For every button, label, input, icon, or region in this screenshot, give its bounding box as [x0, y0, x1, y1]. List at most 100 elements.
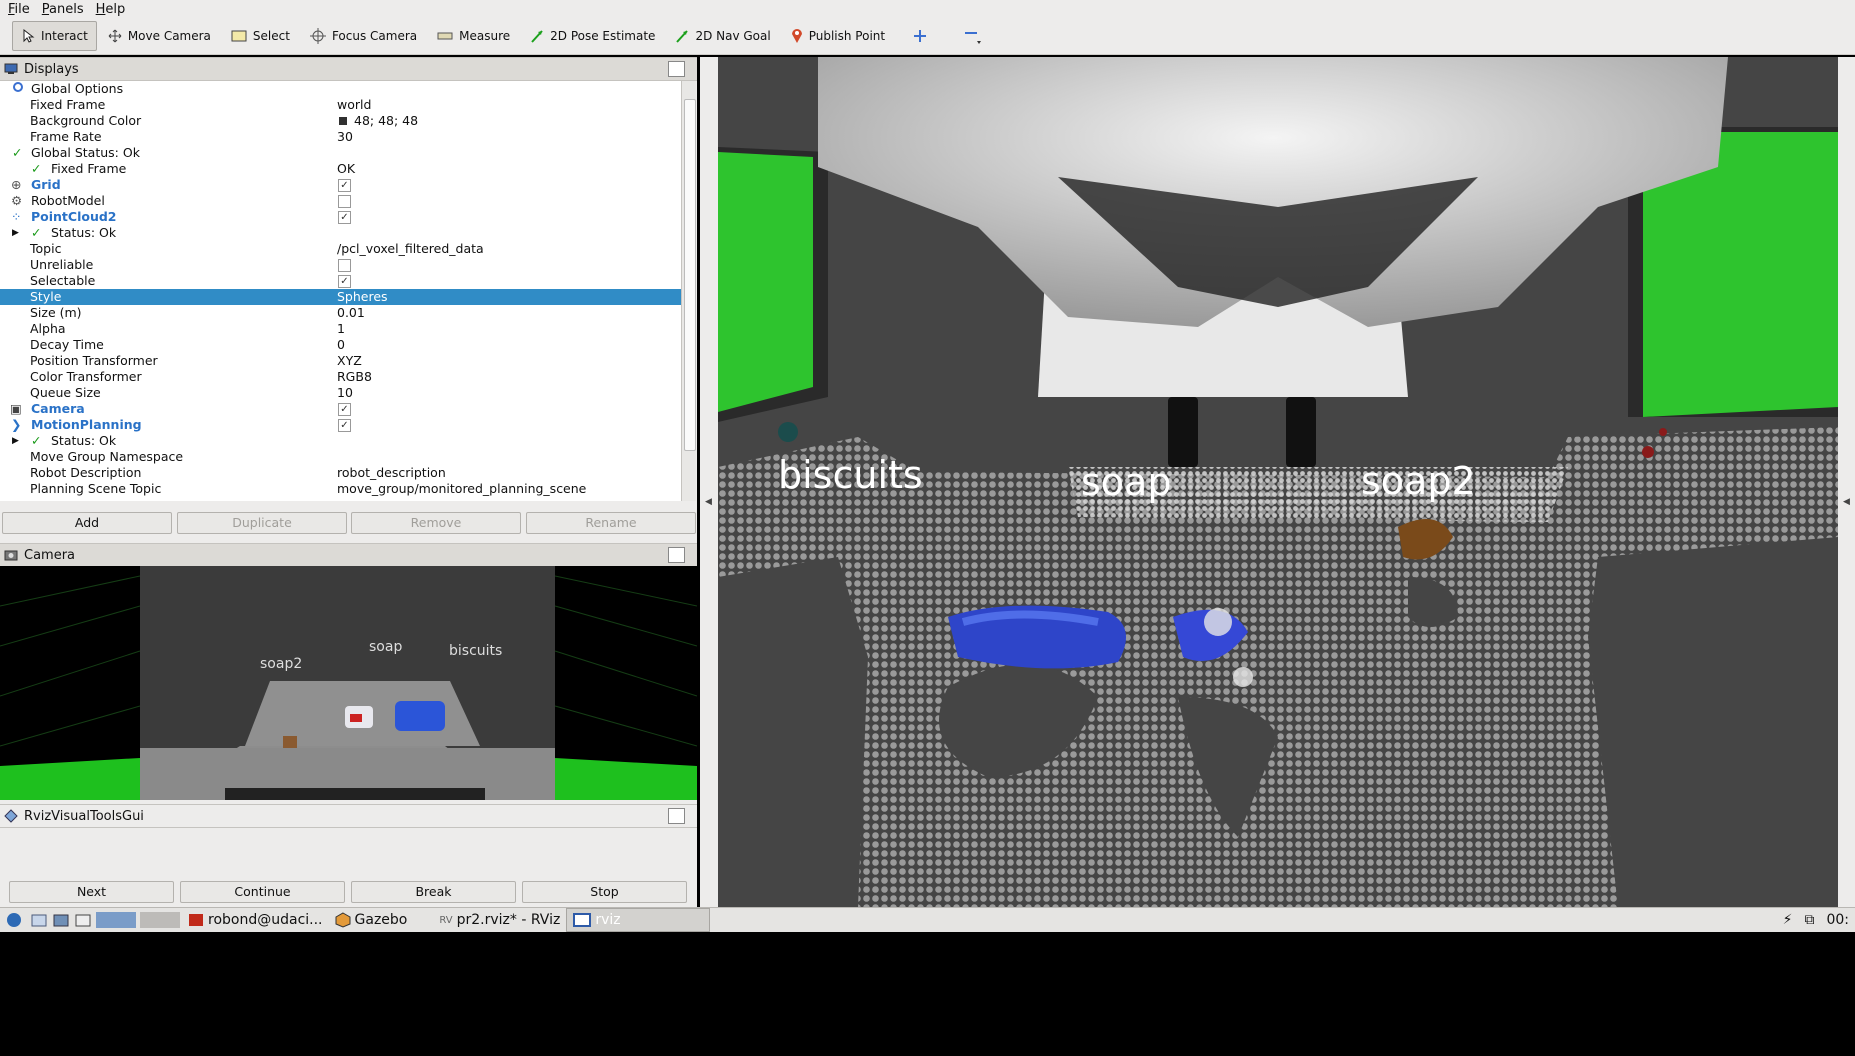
tree-row-frame-rate[interactable]: Frame Rate 30: [0, 129, 681, 145]
scrollbar-thumb[interactable]: [684, 99, 696, 451]
camera-close-button[interactable]: [668, 547, 685, 563]
cursor-icon: [23, 29, 35, 43]
pose-estimate-tool-button[interactable]: 2D Pose Estimate: [521, 21, 664, 51]
menu-panels[interactable]: Panels: [42, 2, 84, 17]
menu-help[interactable]: Help: [96, 2, 126, 17]
continue-button[interactable]: Continue: [180, 881, 345, 903]
robotmodel-checkbox[interactable]: [338, 195, 351, 208]
rename-display-button[interactable]: Rename: [526, 512, 696, 534]
tree-row-label: MotionPlanning: [31, 417, 142, 432]
add-display-button[interactable]: Add: [2, 512, 172, 534]
pointcloud2-checkbox[interactable]: ✓: [338, 211, 351, 224]
tree-row-fixed-frame-status[interactable]: ✓ Fixed Frame OK: [0, 161, 681, 177]
move-camera-tool-button[interactable]: Move Camera: [99, 21, 220, 51]
show-desktop-button[interactable]: [28, 909, 50, 931]
tree-row-value[interactable]: 48; 48; 48: [354, 113, 418, 129]
tree-row-color-transformer[interactable]: Color Transformer RGB8: [0, 369, 681, 385]
measure-tool-button[interactable]: Measure: [428, 21, 519, 51]
tree-row-value[interactable]: /pcl_voxel_filtered_data: [337, 241, 484, 257]
tree-row-position-transformer[interactable]: Position Transformer XYZ: [0, 353, 681, 369]
tree-row-selectable[interactable]: Selectable ✓: [0, 273, 681, 289]
publish-point-tool-button[interactable]: Publish Point: [782, 21, 894, 51]
unreliable-checkbox[interactable]: [338, 259, 351, 272]
camera-view[interactable]: soap2 soap biscuits: [0, 566, 697, 800]
tree-row-value[interactable]: 30: [337, 129, 353, 145]
selectable-checkbox[interactable]: ✓: [338, 275, 351, 288]
nav-goal-tool-button[interactable]: 2D Nav Goal: [666, 21, 779, 51]
select-tool-button[interactable]: Select: [222, 21, 299, 51]
motionplanning-checkbox[interactable]: ✓: [338, 419, 351, 432]
tree-row-camera[interactable]: ▣ Camera ✓: [0, 401, 681, 417]
tree-row-global-options[interactable]: Global Options: [0, 81, 681, 97]
start-menu-button[interactable]: [0, 909, 28, 931]
collapse-right-icon[interactable]: ◀: [1843, 497, 1850, 507]
displays-scrollbar[interactable]: [681, 81, 696, 501]
tree-row-value[interactable]: 0: [337, 337, 345, 353]
remove-tool-button[interactable]: [954, 21, 998, 51]
task-terminal[interactable]: robond@udaci...: [182, 909, 329, 931]
move-camera-tool-label: Move Camera: [127, 29, 211, 43]
tree-row-decay-time[interactable]: Decay Time 0: [0, 337, 681, 353]
right-splitter[interactable]: ◀: [1838, 57, 1855, 908]
task-rviz[interactable]: rviz: [566, 908, 711, 932]
render-viewport[interactable]: biscuits soap soap2: [718, 57, 1838, 908]
tree-row-value[interactable]: Spheres: [337, 289, 388, 305]
grid-checkbox[interactable]: ✓: [338, 179, 351, 192]
duplicate-display-button[interactable]: Duplicate: [177, 512, 347, 534]
tree-row-value[interactable]: 10: [337, 385, 353, 401]
tree-row-value[interactable]: 1: [337, 321, 345, 337]
camera-icon: [4, 550, 18, 561]
workspace-button-3[interactable]: [94, 909, 138, 931]
tree-row-planning-scene-topic[interactable]: Planning Scene Topic move_group/monitore…: [0, 481, 681, 497]
tree-row-pointcloud2[interactable]: ⁘ PointCloud2 ✓: [0, 209, 681, 225]
network-icon[interactable]: ⧉: [1798, 909, 1820, 931]
tree-row-value[interactable]: RGB8: [337, 369, 372, 385]
tree-row-motionplanning[interactable]: ❯ MotionPlanning ✓: [0, 417, 681, 433]
left-splitter[interactable]: ◀: [700, 57, 718, 908]
tree-row-move-group-namespace[interactable]: Move Group Namespace: [0, 449, 681, 465]
tree-row-value[interactable]: move_group/monitored_planning_scene: [337, 481, 586, 497]
workspace-button-1[interactable]: [50, 909, 72, 931]
break-button[interactable]: Break: [351, 881, 516, 903]
task-gazebo[interactable]: Gazebo: [329, 909, 414, 931]
focus-camera-tool-button[interactable]: Focus Camera: [301, 21, 426, 51]
tree-row-alpha[interactable]: Alpha 1: [0, 321, 681, 337]
displays-close-button[interactable]: [668, 61, 685, 77]
tree-row-unreliable[interactable]: Unreliable: [0, 257, 681, 273]
menu-file[interactable]: File: [8, 2, 30, 17]
rviz-tools-close-button[interactable]: [668, 808, 685, 824]
interact-tool-button[interactable]: Interact: [12, 21, 97, 51]
collapse-left-icon[interactable]: ◀: [705, 497, 712, 507]
remove-display-button[interactable]: Remove: [351, 512, 521, 534]
clock[interactable]: 00:: [1820, 909, 1855, 931]
tree-row-global-status[interactable]: ✓ Global Status: Ok: [0, 145, 681, 161]
workspace-button-4[interactable]: [138, 909, 182, 931]
tree-row-topic[interactable]: Topic /pcl_voxel_filtered_data: [0, 241, 681, 257]
workspace-button-2[interactable]: [72, 909, 94, 931]
next-button[interactable]: Next: [9, 881, 174, 903]
power-icon[interactable]: ⚡: [1777, 909, 1799, 931]
tree-row-grid[interactable]: ⊕ Grid ✓: [0, 177, 681, 193]
task-gazebo-label: Gazebo: [354, 912, 408, 928]
tree-row-value[interactable]: robot_description: [337, 465, 446, 481]
tree-row-value[interactable]: XYZ: [337, 353, 362, 369]
tree-row-motionplanning-status[interactable]: ▶ ✓ Status: Ok: [0, 433, 681, 449]
tree-row-robotmodel[interactable]: ⚙ RobotModel: [0, 193, 681, 209]
stop-button[interactable]: Stop: [522, 881, 687, 903]
task-rviz-config[interactable]: RV pr2.rviz* - RViz: [433, 909, 566, 931]
tree-row-fixed-frame[interactable]: Fixed Frame world: [0, 97, 681, 113]
tree-row-label: Grid: [31, 177, 61, 192]
add-tool-button[interactable]: [904, 21, 942, 51]
expand-arrow-icon[interactable]: ▶: [12, 225, 19, 241]
expand-arrow-icon[interactable]: ▶: [12, 433, 19, 449]
tree-row-value[interactable]: world: [337, 97, 371, 113]
tree-row-style[interactable]: Style Spheres: [0, 289, 681, 305]
tree-row-size[interactable]: Size (m) 0.01: [0, 305, 681, 321]
tree-row-background-color[interactable]: Background Color 48; 48; 48: [0, 113, 681, 129]
nav-goal-tool-label: 2D Nav Goal: [695, 29, 771, 43]
tree-row-robot-description[interactable]: Robot Description robot_description: [0, 465, 681, 481]
tree-row-value[interactable]: 0.01: [337, 305, 365, 321]
tree-row-pointcloud-status[interactable]: ▶ ✓ Status: Ok: [0, 225, 681, 241]
tree-row-queue-size[interactable]: Queue Size 10: [0, 385, 681, 401]
camera-checkbox[interactable]: ✓: [338, 403, 351, 416]
